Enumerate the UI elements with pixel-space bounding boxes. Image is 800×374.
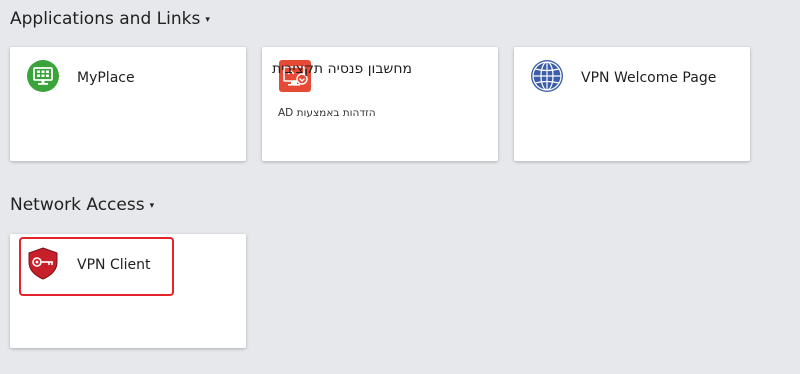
tile-label-pension: מחשבון פנסיה תקציבית bbox=[272, 61, 412, 77]
section-title-network-access: Network Access bbox=[10, 195, 145, 215]
tile-label-vpn-welcome: VPN Welcome Page bbox=[581, 70, 717, 86]
desktop-grid-icon bbox=[26, 59, 60, 93]
caret-down-icon: ▾ bbox=[149, 201, 155, 211]
tile-vpn-welcome-page[interactable]: VPN Welcome Page bbox=[514, 47, 750, 161]
globe-icon bbox=[530, 59, 564, 93]
tile-myplace[interactable]: MyPlace bbox=[10, 47, 246, 161]
section-header-applications[interactable]: Applications and Links ▾ bbox=[10, 9, 210, 29]
tile-vpn-client[interactable]: VPN Client bbox=[10, 234, 246, 348]
tile-label-myplace: MyPlace bbox=[77, 70, 135, 86]
section-title-applications: Applications and Links bbox=[10, 9, 201, 29]
tile-pension-calculator[interactable]: מחשבון פנסיה תקציבית הזדהות באמצעות AD bbox=[262, 47, 498, 161]
shield-key-icon bbox=[26, 246, 60, 280]
tile-description-pension: הזדהות באמצעות AD bbox=[278, 107, 376, 119]
caret-down-icon: ▾ bbox=[205, 15, 210, 25]
tile-label-vpn-client: VPN Client bbox=[77, 257, 151, 273]
section-header-network-access[interactable]: Network Access ▾ bbox=[10, 195, 154, 215]
